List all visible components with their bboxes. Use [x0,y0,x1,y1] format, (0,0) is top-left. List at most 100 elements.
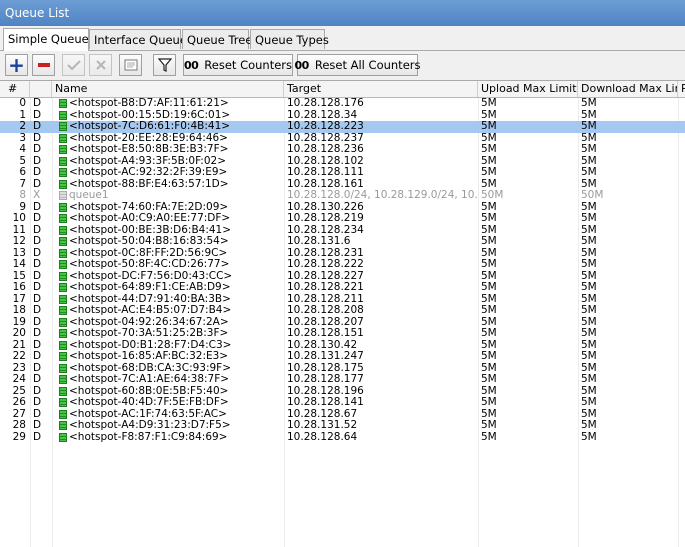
row-flag: D [33,144,42,155]
row-number: 7 [19,178,26,190]
row-upload-max-limit: 5M [481,351,497,362]
row-name: <hotspot-0C:8F:FF:2D:56:9C> [69,247,228,259]
table-row[interactable]: 21 D <hotspot-D0:B1:28:F7:D4:C3> 10.28.130.… [0,340,685,352]
row-number: 9 [19,201,26,213]
row-upload-max-limit: 5M [481,144,497,155]
queue-icon [59,317,67,327]
reset-all-counters-label: Reset All Counters [314,58,421,72]
table-row[interactable]: 10 D <hotspot-A0:C9:A0:EE:77:DF> 10.28.128.… [0,213,685,225]
row-number: 14 [12,259,26,270]
table-row[interactable]: 9 D <hotspot-74:60:FA:7E:2D:09> 10.28.130.2… [0,202,685,214]
column-header-target[interactable]: Target [284,81,478,97]
row-number: 25 [12,385,26,397]
table-row[interactable]: 6 D <hotspot-AC:92:32:2F:39:E9> 10.28.128.1… [0,167,685,179]
row-target: 10.28.128.236 [287,144,364,155]
row-upload-max-limit: 5M [481,305,497,316]
column-header-download-max-limit[interactable]: Download Max Limit [578,81,678,97]
table-row[interactable]: 14 D <hotspot-50:8F:4C:CD:26:77> 10.28.128.… [0,259,685,271]
queue-icon [59,398,67,407]
table-row[interactable]: 28 D <hotspot-A4:D9:31:23:D7:F5> 10.28.131.… [0,420,685,432]
queue-icon [59,225,67,235]
table-row[interactable]: 0 D <hotspot-B8:D7:AF:11:61:21> 10.28.128.1… [0,98,685,110]
row-download-max-limit: 5M [581,339,597,351]
row-name: <hotspot-F8:87:F1:C9:84:69> [69,431,228,443]
enable-button[interactable] [62,54,85,76]
table-row[interactable]: 27 D <hotspot-AC:1F:74:63:5F:AC> 10.28.128.… [0,409,685,421]
table-row[interactable]: 26 D <hotspot-40:4D:7F:5E:FB:DF> 10.28.128.… [0,397,685,409]
column-header-number[interactable]: # [0,81,30,97]
tab-queue-types[interactable]: Queue Types [250,29,329,49]
column-header-priority[interactable]: P [678,81,685,97]
row-target: 10.28.128.161 [287,178,364,190]
row-upload-max-limit: 5M [481,213,497,224]
add-button[interactable]: + [5,54,28,76]
row-upload-max-limit: 5M [481,155,497,167]
row-download-max-limit: 5M [581,144,597,155]
tab-interface-queues[interactable]: Interface Queues [89,29,193,49]
table-row[interactable]: 19 D <hotspot-04:92:26:34:67:2A> 10.28.128.… [0,317,685,329]
title-bar[interactable]: Queue List [0,0,685,26]
table-row[interactable]: 18 D <hotspot-AC:E4:B5:07:D7:B4> 10.28.128.… [0,305,685,317]
row-name: <hotspot-44:D7:91:40:BA:3B> [69,293,231,305]
table-row[interactable]: 24 D <hotspot-7C:A1:AE:64:38:7F> 10.28.128.… [0,374,685,386]
row-name: <hotspot-A4:93:3F:5B:0F:02> [69,155,226,167]
column-header-flags[interactable] [30,81,52,97]
row-target: 10.28.128.67 [287,408,358,420]
row-flag: D [33,293,42,305]
row-number: 2 [19,121,26,132]
table-row[interactable]: 12 D <hotspot-50:04:B8:16:83:54> 10.28.131.… [0,236,685,248]
row-flag: D [33,155,42,167]
reset-all-counters-button[interactable]: 00 Reset All Counters [294,54,421,76]
table-header: # Name Target Upload Max Limit Download … [0,81,685,98]
row-name: <hotspot-B8:D7:AF:11:61:21> [69,98,229,109]
reset-counters-button[interactable]: 00 Reset Counters [183,54,293,76]
table-row[interactable]: 20 D <hotspot-70:3A:51:25:2B:3F> 10.28.128.… [0,328,685,340]
row-number: 11 [12,224,26,236]
filter-button[interactable] [153,54,176,76]
row-flag: D [33,374,42,385]
row-name: <hotspot-68:DB:CA:3C:93:9F> [69,362,232,374]
counter-icon: 00 [294,58,310,72]
remove-button[interactable] [32,54,55,76]
row-upload-max-limit: 5M [481,259,497,270]
tab-simple-queues[interactable]: Simple Queues [3,28,95,51]
row-number: 10 [12,213,26,224]
table-row[interactable]: 25 D <hotspot-60:8B:0E:5B:F5:40> 10.28.128.… [0,386,685,398]
column-header-upload-max-limit[interactable]: Upload Max Limit [478,81,578,97]
row-flag: D [33,178,42,190]
row-target: 10.28.128.151 [287,328,364,339]
table-row[interactable]: 2 D <hotspot-7C:D6:61:F0:4B:41> 10.28.128.2… [0,121,685,133]
table-row[interactable]: 15 D <hotspot-DC:F7:56:D0:43:CC> 10.28.128.… [0,271,685,283]
table-row[interactable]: 1 D <hotspot-00:15:5D:19:6C:01> 10.28.128.3… [0,110,685,122]
row-target: 10.28.128.207 [287,316,364,328]
row-number: 0 [19,98,26,109]
row-name: <hotspot-00:BE:3B:D6:B4:41> [69,224,232,236]
table-row[interactable]: 11 D <hotspot-00:BE:3B:D6:B4:41> 10.28.128.… [0,225,685,237]
queue-icon [59,133,67,143]
row-target: 10.28.131.247 [287,351,364,362]
comment-button[interactable] [119,54,142,76]
table-row[interactable]: 7 D <hotspot-88:BF:E4:63:57:1D> 10.28.128.1… [0,179,685,191]
row-number: 13 [12,247,26,259]
row-number: 8 [19,190,26,201]
table-row[interactable]: 16 D <hotspot-64:89:F1:CE:AB:D9> 10.28.128.… [0,282,685,294]
disable-button[interactable] [89,54,112,76]
row-download-max-limit: 5M [581,431,597,443]
table-row[interactable]: 17 D <hotspot-44:D7:91:40:BA:3B> 10.28.128.… [0,294,685,306]
table-row[interactable]: 4 D <hotspot-E8:50:8B:3E:B3:7F> 10.28.128.2… [0,144,685,156]
row-target: 10.28.128.34 [287,109,358,121]
row-target: 10.28.128.234 [287,224,364,236]
table-row[interactable]: 8 Xqueue1 10.28.128.0/24, 10.28.129.0/24, … [0,190,685,202]
queue-icon [59,260,67,269]
row-flag: D [33,385,42,397]
table-row[interactable]: 3 D <hotspot-20:EE:28:E9:64:46> 10.28.128.2… [0,133,685,145]
table-row[interactable]: 22 D <hotspot-16:85:AF:BC:32:E3> 10.28.131.… [0,351,685,363]
row-target: 10.28.128.196 [287,385,364,397]
table-row[interactable]: 29 D <hotspot-F8:87:F1:C9:84:69> 10.28.128.… [0,432,685,444]
column-header-name[interactable]: Name [52,81,284,97]
tab-queue-tree[interactable]: Queue Tree [182,29,252,49]
row-number: 21 [12,339,26,351]
table-row[interactable]: 5 D <hotspot-A4:93:3F:5B:0F:02> 10.28.128.1… [0,156,685,168]
table-row[interactable]: 23 D <hotspot-68:DB:CA:3C:93:9F> 10.28.128.… [0,363,685,375]
table-row[interactable]: 13 D <hotspot-0C:8F:FF:2D:56:9C> 10.28.128.… [0,248,685,260]
